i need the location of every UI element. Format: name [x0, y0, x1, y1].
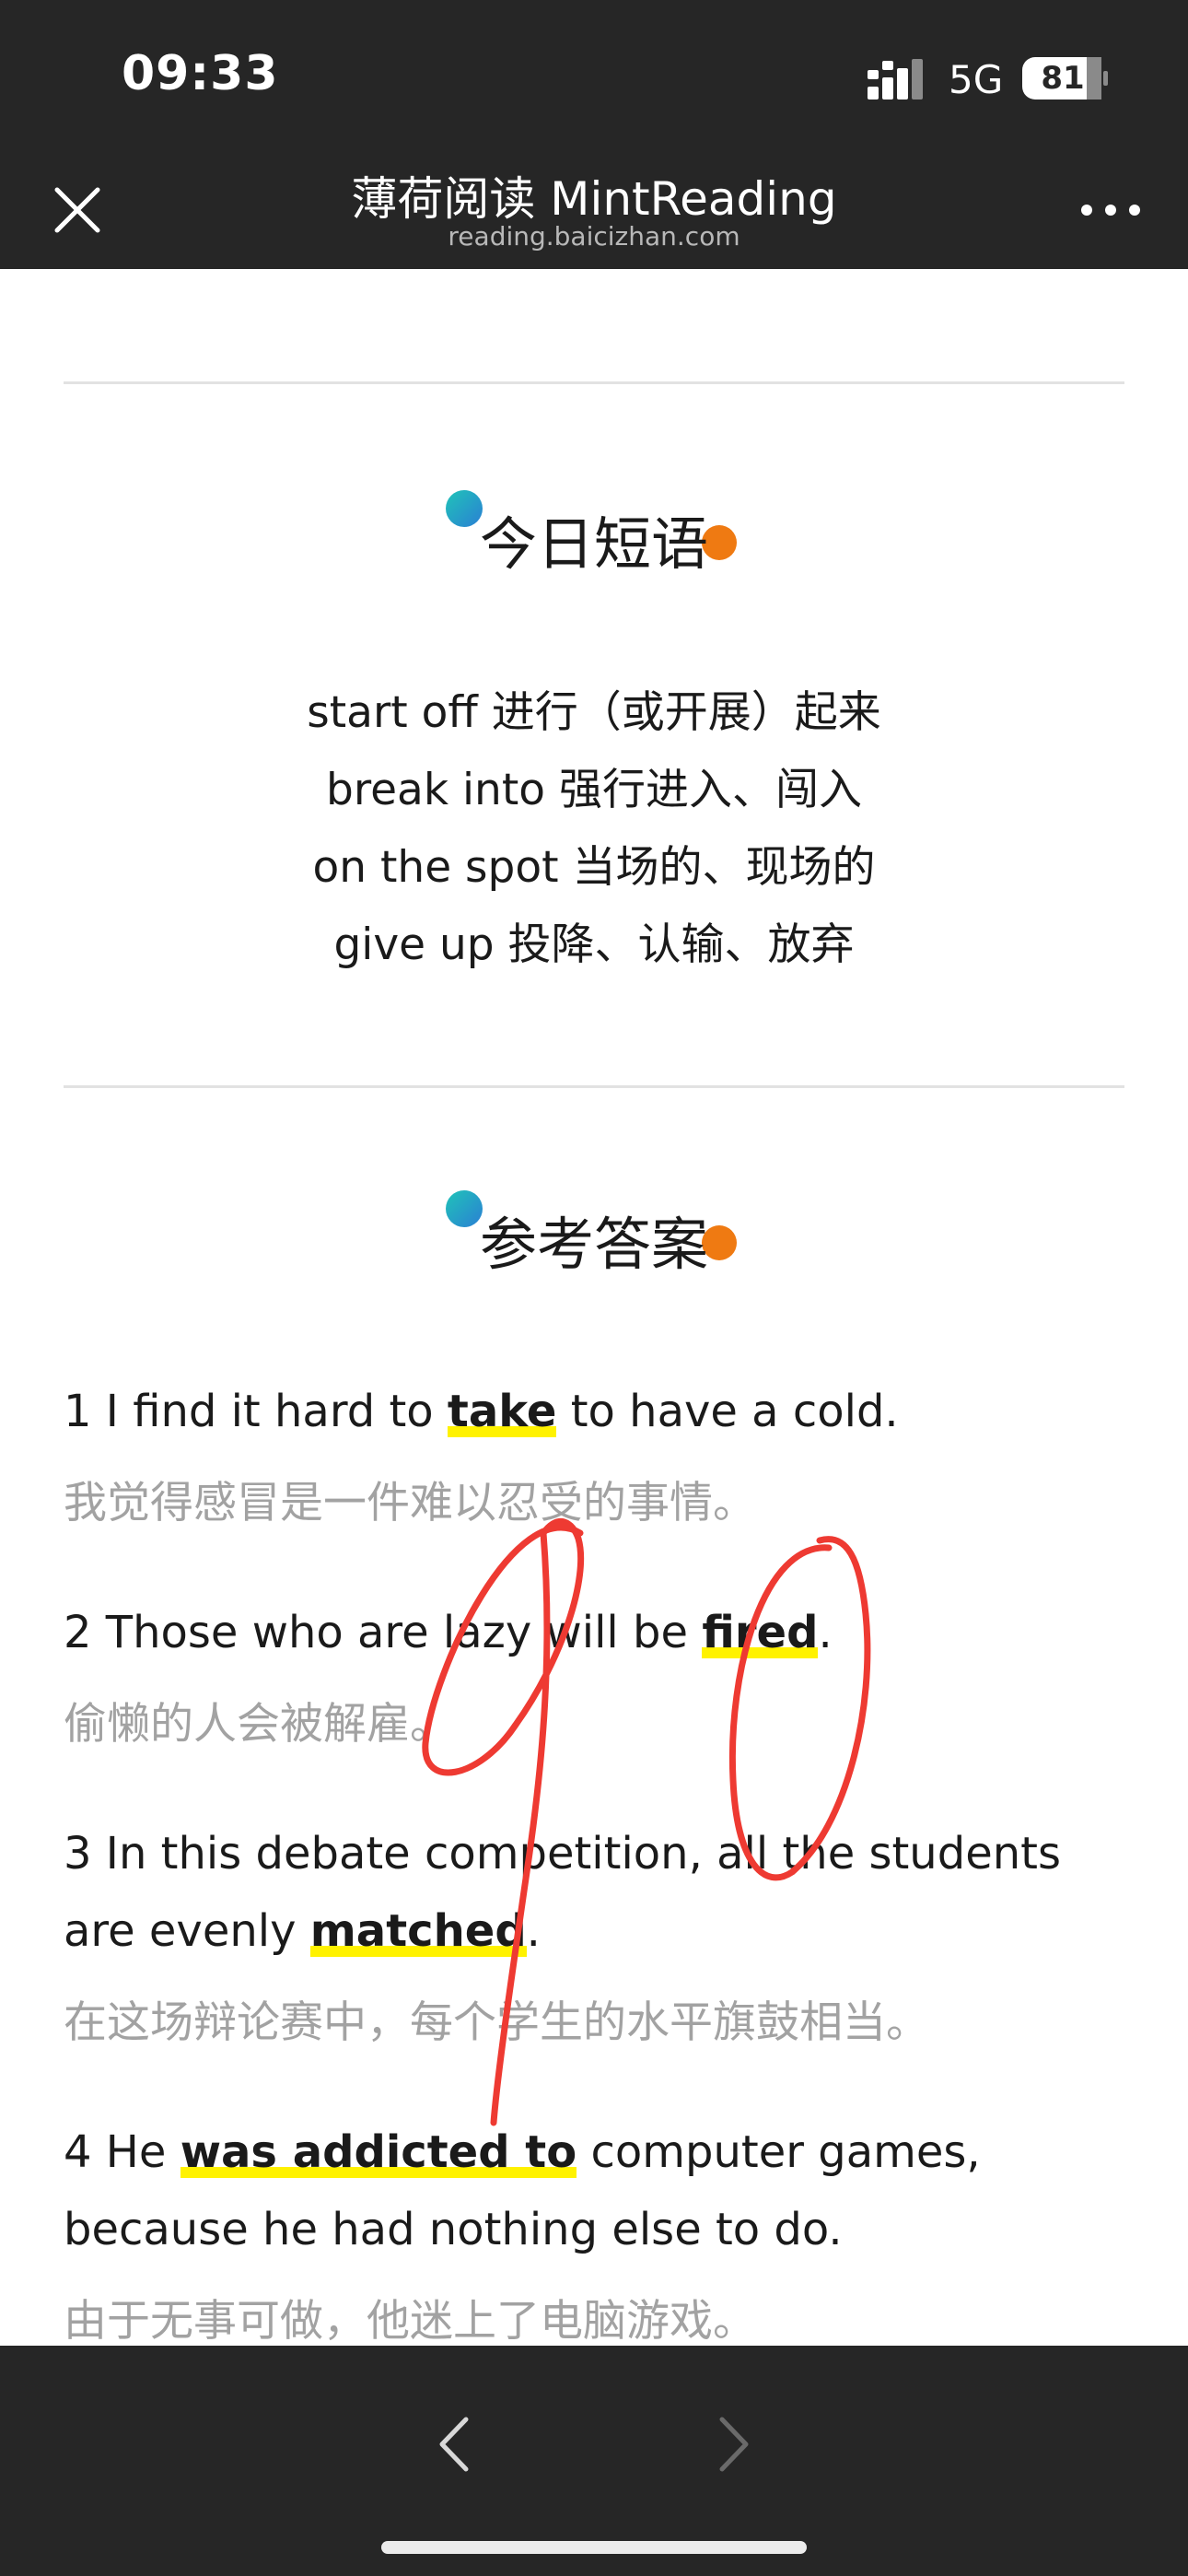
home-indicator[interactable]	[381, 2541, 807, 2554]
answer-translation: 偷懒的人会被解雇。	[64, 1699, 453, 1750]
status-time: 09:33	[122, 46, 279, 101]
answer-item: 2 Those who are lazy will be fired. 偷懒的人…	[64, 1594, 1132, 1763]
answers-title: 参考答案	[479, 1211, 708, 1278]
page-url: reading.baicizhan.com	[448, 221, 740, 252]
answer-highlight: matched	[309, 1905, 527, 1959]
top-bar: 09:33 5G 81 薄荷阅读 MintReading reading.bai…	[0, 0, 1188, 269]
battery-level: 81	[1041, 60, 1085, 97]
answer-sentence: 4 He was addicted to computer games, bec…	[64, 2126, 981, 2255]
bottom-bar	[0, 2346, 1188, 2576]
divider	[64, 381, 1124, 384]
phrase-item: on the spot 当场的、现场的	[312, 842, 876, 893]
answer-translation: 由于无事可做，他迷上了电脑游戏。	[64, 2296, 756, 2346]
answer-highlight: take	[447, 1386, 557, 1439]
answer-sentence: 2 Those who are lazy will be fired.	[64, 1607, 833, 1660]
page-title: 薄荷阅读 MintReading	[351, 172, 837, 226]
phrase-item: start off 进行（或开展）起来	[307, 687, 881, 738]
answer-sentence: 1 I find it hard to take to have a cold.	[64, 1386, 899, 1439]
phrases-title: 今日短语	[479, 510, 708, 578]
answer-item: 3 In this debate competition, all the st…	[64, 1815, 1132, 2062]
answer-sentence: 3 In this debate competition, all the st…	[64, 1828, 1061, 1959]
answer-item: 4 He was addicted to computer games, bec…	[64, 2113, 1132, 2346]
phrase-list: start off 进行（或开展）起来 break into 强行进入、闯入 o…	[0, 674, 1188, 984]
chevron-left-icon[interactable]	[431, 2412, 477, 2476]
network-type: 5G	[949, 57, 1004, 102]
answer-highlight: fired	[702, 1607, 819, 1660]
answer-translation: 在这场辩论赛中，每个学生的水平旗鼓相当。	[64, 1997, 929, 2048]
phrase-item: break into 强行进入、闯入	[326, 765, 862, 815]
divider	[64, 1085, 1124, 1088]
answer-highlight: was addicted to	[180, 2126, 577, 2180]
reading-page: 09:33 5G 81 薄荷阅读 MintReading reading.bai…	[0, 0, 1188, 2576]
answer-translation: 我觉得感冒是一件难以忍受的事情。	[64, 1478, 756, 1528]
chevron-right-icon[interactable]	[711, 2412, 757, 2476]
answer-item: 1 I find it hard to take to have a cold.…	[64, 1373, 1132, 1542]
more-icon[interactable]	[1077, 197, 1144, 223]
phrase-item: give up 投降、认输、放弃	[333, 919, 855, 970]
article-content[interactable]: 今日短语 start off 进行（或开展）起来 break into 强行进入…	[0, 269, 1188, 2346]
signal-icon	[868, 59, 923, 100]
